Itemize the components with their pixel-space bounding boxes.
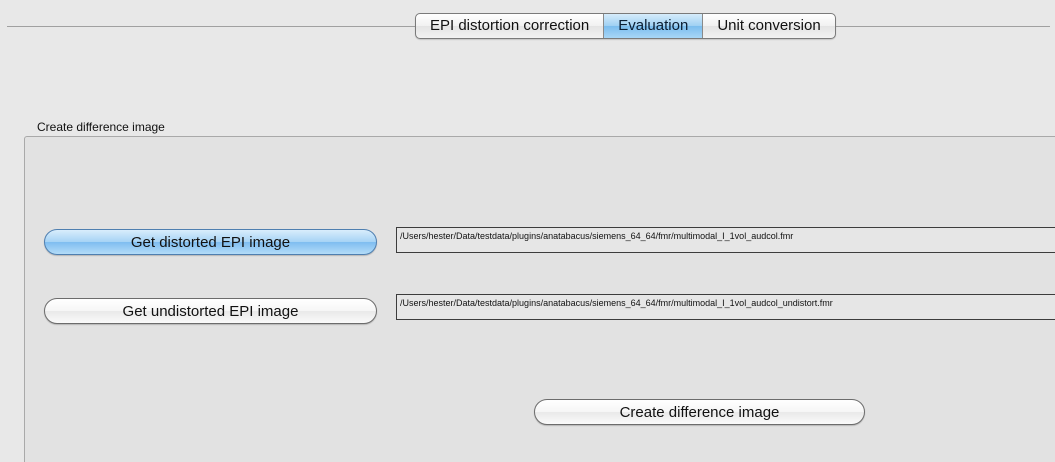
distorted-path-field[interactable]: /Users/hester/Data/testdata/plugins/anat…: [396, 227, 1055, 253]
tab-evaluation[interactable]: Evaluation: [604, 14, 704, 38]
get-undistorted-epi-button[interactable]: Get undistorted EPI image: [44, 298, 377, 324]
create-difference-image-button[interactable]: Create difference image: [534, 399, 865, 425]
tab-unit-conversion[interactable]: Unit conversion: [703, 14, 834, 38]
group-title: Create difference image: [37, 120, 165, 134]
get-distorted-epi-button[interactable]: Get distorted EPI image: [44, 229, 377, 255]
plugin-window: EPI distortion correction Evaluation Uni…: [0, 0, 1055, 462]
tab-bar: EPI distortion correction Evaluation Uni…: [415, 13, 836, 39]
undistorted-path-field[interactable]: /Users/hester/Data/testdata/plugins/anat…: [396, 294, 1055, 320]
tab-epi-distortion-correction[interactable]: EPI distortion correction: [416, 14, 605, 38]
